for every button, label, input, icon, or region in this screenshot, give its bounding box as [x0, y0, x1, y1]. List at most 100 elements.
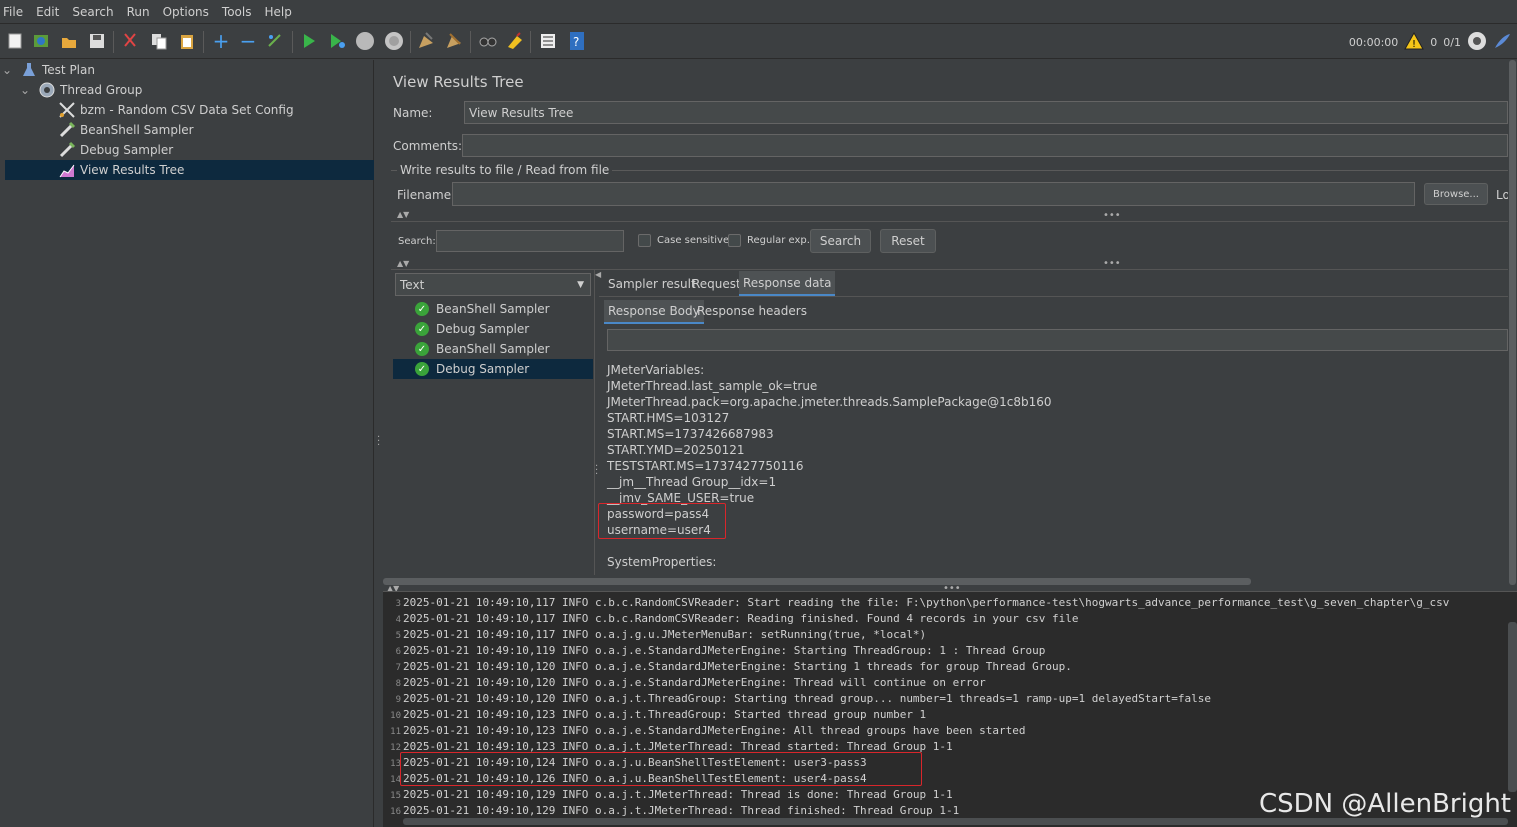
list-item[interactable]: ✓ Debug Sampler — [393, 359, 593, 379]
splitter-dots-icon[interactable]: ••• — [1103, 210, 1121, 221]
renderer-select[interactable]: Text ▼ — [395, 273, 591, 296]
browse-button[interactable]: Browse... — [1424, 183, 1488, 205]
menu-options[interactable]: Options — [163, 5, 209, 19]
copy-icon[interactable] — [148, 30, 170, 52]
list-item[interactable]: ✓ BeanShell Sampler — [395, 299, 593, 319]
line-number: 11 — [390, 727, 401, 737]
chevron-down-icon: ▼ — [577, 279, 584, 290]
log-text: 2025-01-21 10:49:10,129 INFO o.a.j.t.JMe… — [403, 804, 960, 817]
search-label: Search: — [398, 236, 436, 247]
log-text: 2025-01-21 10:49:10,119 INFO o.a.j.e.Sta… — [403, 644, 1046, 657]
splitter-dots-icon[interactable]: · · · — [595, 462, 598, 480]
filename-field[interactable] — [452, 182, 1415, 206]
highlight-box — [598, 503, 726, 539]
tab-response-data[interactable]: Response data — [739, 271, 836, 296]
tree-node-thread-group[interactable]: ⌄ Thread Group — [0, 80, 374, 100]
tab-response-headers[interactable]: Response headers — [693, 300, 811, 322]
search-button[interactable]: Search — [810, 229, 871, 253]
reset-button[interactable]: Reset — [880, 229, 936, 253]
success-shield-icon: ✓ — [415, 322, 429, 336]
remote-icon[interactable] — [1467, 31, 1487, 54]
log-horizontal-scrollbar[interactable] — [403, 818, 1508, 825]
tab-request[interactable]: Request — [688, 273, 745, 295]
expand-icon[interactable]: + — [210, 29, 232, 53]
tree-node-test-plan[interactable]: ⌄ Test Plan — [0, 60, 374, 80]
search-icon[interactable] — [477, 30, 499, 52]
new-icon[interactable] — [4, 30, 26, 52]
response-filter-input[interactable] — [607, 329, 1508, 351]
tree-node-csv-config[interactable]: bzm - Random CSV Data Set Config — [0, 100, 374, 120]
clear-all-icon[interactable] — [443, 30, 465, 52]
log-line: 6 2025-01-21 10:49:10,119 INFO o.a.j.e.St… — [383, 643, 1046, 659]
log-text: 2025-01-21 10:49:10,120 INFO o.a.j.t.Thr… — [403, 692, 1211, 705]
menu-search[interactable]: Search — [72, 5, 113, 19]
paste-icon[interactable] — [176, 30, 198, 52]
menu-run[interactable]: Run — [127, 5, 150, 19]
case-sensitive-label: Case sensitive — [657, 235, 730, 246]
start-no-pause-icon[interactable] — [326, 30, 348, 52]
log-text: 2025-01-21 10:49:10,129 INFO o.a.j.t.JMe… — [403, 788, 953, 801]
log-text: 2025-01-21 10:49:10,120 INFO o.a.j.e.Sta… — [403, 676, 986, 689]
tab-sampler-result[interactable]: Sampler result — [604, 273, 700, 295]
comments-field[interactable] — [462, 134, 1508, 157]
warning-icon[interactable]: ! — [1404, 31, 1425, 53]
tree-node-debug-sampler[interactable]: Debug Sampler — [0, 140, 374, 160]
menu-file[interactable]: File — [3, 5, 23, 19]
name-label: Name: — [393, 106, 433, 120]
stop-icon[interactable] — [354, 30, 376, 52]
pipette-icon — [58, 141, 76, 159]
start-icon[interactable] — [298, 30, 320, 52]
splitter[interactable]: · · · — [374, 60, 383, 827]
toolbar: + − ? 00:00:00 ! 0 0/1 — [0, 25, 1517, 59]
elapsed-time: 00:00:00 — [1348, 35, 1399, 49]
list-item[interactable]: ✓ Debug Sampler — [395, 319, 593, 339]
toggle-icon[interactable] — [264, 30, 286, 52]
vertical-scrollbar[interactable] — [1508, 60, 1517, 590]
log-line: 8 2025-01-21 10:49:10,120 INFO o.a.j.e.St… — [383, 675, 986, 691]
log-text: 2025-01-21 10:49:10,123 INFO o.a.j.e.Sta… — [403, 724, 1026, 737]
help-icon[interactable]: ? — [566, 30, 588, 52]
search-input[interactable] — [436, 230, 624, 252]
log-line: 11 2025-01-21 10:49:10,123 INFO o.a.j.e.S… — [383, 723, 1026, 739]
menu-edit[interactable]: Edit — [36, 5, 59, 19]
log-scrollbar[interactable] — [1508, 622, 1517, 792]
open-icon[interactable] — [58, 30, 80, 52]
pipette-icon — [58, 121, 76, 139]
templates-icon[interactable] — [30, 30, 52, 52]
tree-node-view-results-tree[interactable]: View Results Tree — [5, 160, 374, 180]
gear-icon — [38, 81, 56, 99]
log-text: 2025-01-21 10:49:10,120 INFO o.a.j.e.Sta… — [403, 660, 1072, 673]
collapse-arrows-icon[interactable]: ◀ — [595, 270, 601, 279]
cut-icon[interactable] — [119, 30, 141, 52]
line-number: 12 — [390, 743, 401, 753]
collapse-arrows-icon[interactable]: ▲▼ — [397, 210, 409, 219]
reset-search-icon[interactable] — [504, 30, 526, 52]
list-item[interactable]: ✓ BeanShell Sampler — [395, 339, 593, 359]
scissors-icon — [58, 101, 76, 119]
tab-response-body[interactable]: Response Body — [604, 300, 704, 324]
case-sensitive-checkbox[interactable] — [638, 234, 651, 247]
collapse-arrows-icon[interactable]: ▲▼ — [397, 259, 409, 268]
line-number: 14 — [390, 775, 401, 785]
function-helper-icon[interactable] — [537, 30, 559, 52]
chevron-down-icon[interactable]: ⌄ — [20, 83, 38, 97]
log-line: 5 2025-01-21 10:49:10,117 INFO o.a.j.g.u.… — [383, 627, 927, 643]
log-line: 3 2025-01-21 10:49:10,117 INFO c.b.c.Rand… — [383, 595, 1450, 611]
splitter-dots-icon[interactable]: ••• — [1103, 258, 1121, 269]
tree-node-beanshell-sampler[interactable]: BeanShell Sampler — [0, 120, 374, 140]
feather-icon[interactable] — [1493, 32, 1511, 53]
chevron-down-icon[interactable]: ⌄ — [2, 63, 20, 77]
line-number: 5 — [395, 631, 401, 641]
collapse-icon[interactable]: − — [237, 29, 259, 53]
log-line: 15 2025-01-21 10:49:10,129 INFO o.a.j.t.J… — [383, 787, 953, 803]
menu-tools[interactable]: Tools — [222, 5, 252, 19]
save-icon[interactable] — [86, 30, 108, 52]
regular-exp-checkbox[interactable] — [728, 234, 741, 247]
menu-help[interactable]: Help — [264, 5, 291, 19]
panel-title: View Results Tree — [393, 73, 524, 91]
line-number: 7 — [395, 663, 401, 673]
shutdown-icon[interactable] — [383, 30, 405, 52]
success-shield-icon: ✓ — [415, 362, 429, 376]
clear-icon[interactable] — [415, 30, 437, 52]
name-field[interactable]: View Results Tree — [464, 101, 1508, 124]
